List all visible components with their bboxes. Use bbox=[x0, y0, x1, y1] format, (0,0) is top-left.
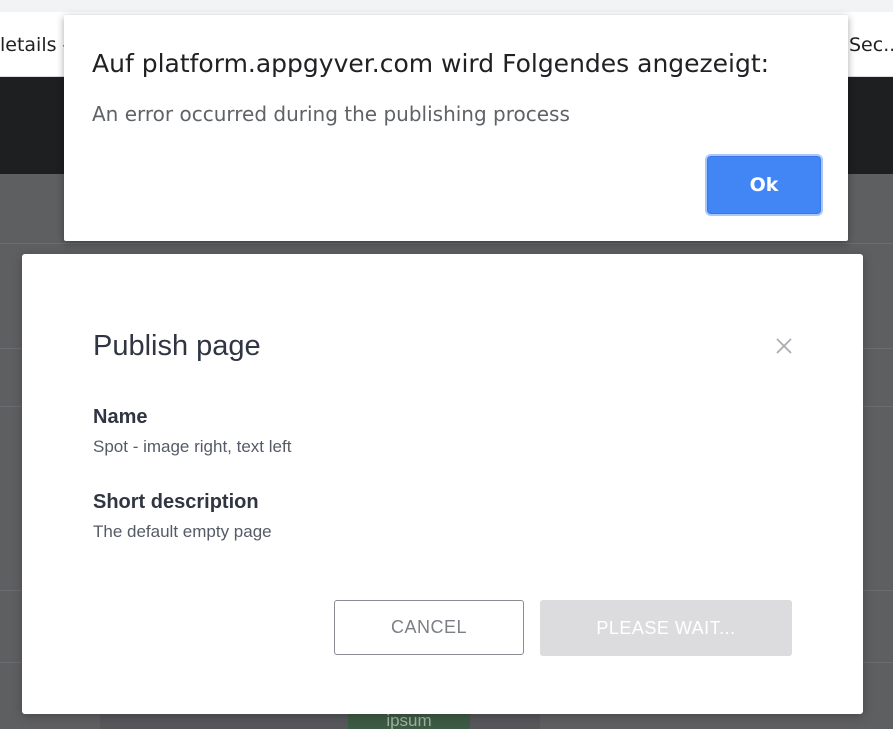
please-wait-button: PLEASE WAIT... bbox=[540, 600, 792, 656]
ok-button[interactable]: Ok bbox=[707, 156, 821, 214]
bookmark-item-details[interactable]: letails - bbox=[0, 34, 69, 56]
alert-title: Auf platform.appgyver.com wird Folgendes… bbox=[92, 49, 770, 78]
browser-alert-dialog: Auf platform.appgyver.com wird Folgendes… bbox=[64, 15, 848, 241]
bookmark-item-sec[interactable]: Sec... bbox=[849, 34, 893, 56]
cancel-button[interactable]: CANCEL bbox=[334, 600, 524, 655]
alert-message: An error occurred during the publishing … bbox=[92, 102, 570, 126]
modal-title: Publish page bbox=[93, 330, 261, 362]
short-description-value: The default empty page bbox=[93, 522, 272, 541]
name-value: Spot - image right, text left bbox=[93, 437, 292, 456]
close-icon[interactable] bbox=[772, 334, 796, 358]
divider bbox=[0, 243, 893, 244]
short-description-label: Short description bbox=[93, 491, 259, 513]
name-label: Name bbox=[93, 406, 148, 428]
publish-page-modal: Publish page Name Spot - image right, te… bbox=[22, 254, 863, 714]
browser-tab-strip bbox=[0, 0, 893, 12]
